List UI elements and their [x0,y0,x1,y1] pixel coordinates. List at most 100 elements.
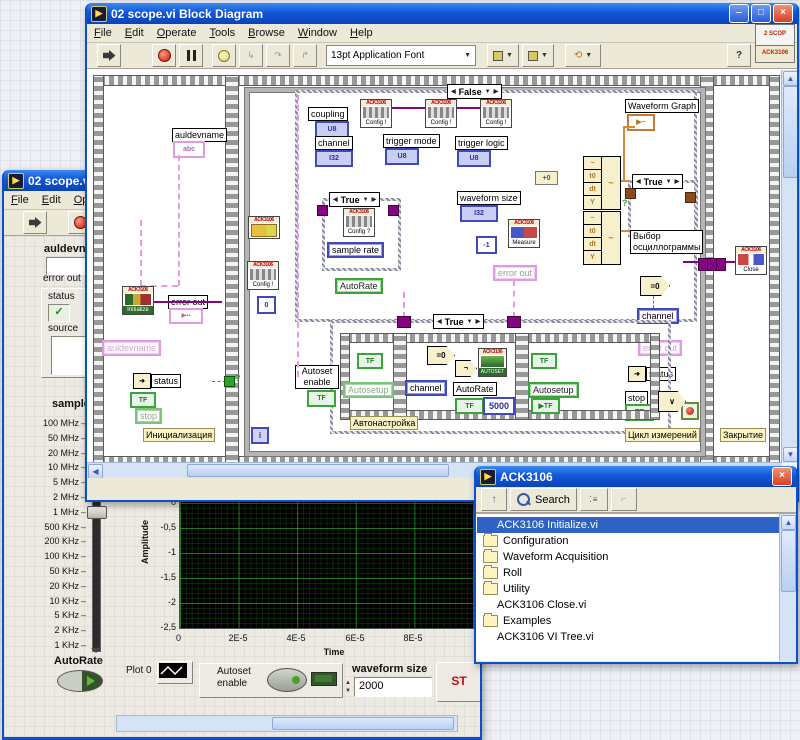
channel-control[interactable]: channel [405,380,447,396]
ack3106-config-vi[interactable]: ACK3106 Config ! [360,99,392,128]
autorate-toggle[interactable] [57,670,103,692]
autorate-tf-terminal[interactable]: TF [455,398,484,414]
waveform-size-spinner[interactable]: ▲▼ [345,679,353,695]
trigger-logic-terminal[interactable]: U8 [457,150,491,167]
abort-button[interactable] [152,44,176,67]
menu-window[interactable]: Window [298,27,337,39]
step-over-button[interactable]: ↷ [266,44,290,67]
distribute-objects-button[interactable]: ▼ [522,44,554,67]
case-selector[interactable]: True [329,192,380,207]
case-selector[interactable]: True [433,314,484,329]
tf-constant[interactable]: TF [357,353,383,369]
case-next-icon[interactable] [476,319,481,325]
palette-item[interactable]: ACK3106 VI Tree.vi [477,629,779,645]
menu-tools[interactable]: Tools [209,27,235,39]
palette-scroll-thumb[interactable] [781,530,796,592]
waveform-graph-terminal[interactable]: ▶~ [627,114,655,131]
ack3106-config-vi[interactable]: ACK3106 Config ! [425,99,457,128]
scroll-left-button[interactable]: ◀ [88,464,103,478]
case-prev-icon[interactable] [636,179,641,185]
auldevname-control[interactable]: auldevname [102,340,161,356]
autosetup-indicator[interactable]: Autosetup [528,382,579,398]
palette-item[interactable]: Examples [477,613,779,629]
loop-iteration-terminal[interactable]: i [251,427,269,444]
minus-one-constant[interactable]: -1 [476,236,497,254]
error-out-local[interactable]: error out [493,265,537,281]
ack3106-initialize-vi[interactable]: ACK3106 Initialize [122,286,154,315]
autorate-control[interactable]: AutoRate [335,278,383,294]
close-button[interactable]: × [772,467,792,486]
case-dropdown-icon[interactable] [485,89,491,95]
zero-constant[interactable]: 0 [257,296,276,314]
n5000-constant[interactable]: 5000 [483,397,515,415]
menu-browse[interactable]: Browse [248,27,285,39]
menu-edit[interactable]: Edit [42,194,61,206]
ack3106-config-vi[interactable]: ACK3106 Config ! [247,261,279,290]
palette-item[interactable]: ACK3106 Initialize.vi [477,517,779,533]
bd-hscroll-thumb[interactable] [187,464,449,477]
scroll-up-button[interactable]: ▲ [781,515,796,530]
conversion-node[interactable]: +0 [535,171,558,185]
ack3106-autoset-vi[interactable]: ACK3106 AUTOSET [478,348,507,377]
fp-horizontal-scrollbar[interactable] [116,715,458,732]
reorder-button[interactable]: ⟲▼ [565,44,601,67]
case-selector[interactable]: False [447,84,502,99]
close-button[interactable]: × [773,4,793,23]
case-next-icon[interactable] [372,197,377,203]
palette-item[interactable]: ACK3106 Close.vi [477,597,779,613]
font-selector[interactable]: 13pt Application Font ▼ [326,45,476,66]
tf-constant[interactable]: TF [531,353,557,369]
up-level-button[interactable]: ↑ [481,488,507,511]
error-out-terminal[interactable]: ▶▪▪ [169,308,203,324]
channel-terminal[interactable]: I32 [315,150,353,167]
plot-legend-sample[interactable] [157,661,193,684]
case-dropdown-icon[interactable] [363,197,369,203]
stop-button[interactable]: ST [436,662,480,702]
waveform-graph-plot[interactable] [179,493,474,629]
case-prev-icon[interactable] [333,197,338,203]
trigger-mode-terminal[interactable]: U8 [385,148,419,165]
align-objects-button[interactable]: ▼ [487,44,519,67]
view-options-button[interactable]: ⁚≡ [580,488,608,511]
ack3106-close-vi[interactable]: ACK3106 Close [735,246,767,275]
help-button[interactable]: ? [727,44,751,67]
run-button[interactable] [97,44,121,67]
scroll-up-button[interactable]: ▲ [783,71,797,86]
palette-item[interactable]: Roll [477,565,779,581]
case-dropdown-icon[interactable] [666,179,672,185]
ack3106-config-query-vi[interactable]: ACK3106 Config ? [343,208,375,237]
build-waveform-node[interactable]: ~ t0 dt Y ~ [583,156,621,210]
scroll-down-button[interactable]: ▼ [783,447,797,462]
status-check-indicator[interactable]: ✓ [48,304,70,322]
palette-item[interactable]: Waveform Acquisition [477,549,779,565]
slider-handle[interactable] [87,506,107,519]
palette-item[interactable]: Configuration [477,533,779,549]
autoset-enable-terminal[interactable]: TF [307,390,336,407]
vi-icon-badge[interactable]: 2 SCOP ACK3106 [755,24,795,66]
step-into-button[interactable]: ↳ [239,44,263,67]
waveform-size-terminal[interactable]: I32 [460,205,498,222]
maximize-button[interactable]: □ [751,4,771,23]
search-button[interactable]: Search [510,488,577,511]
menu-edit[interactable]: Edit [125,27,144,39]
bd-vscroll-thumb[interactable] [783,86,797,178]
autosetup-tf-terminal[interactable]: ▶TF [531,398,560,414]
autosetup-local[interactable]: Autosetup [343,382,394,398]
pin-button[interactable]: ⌐ [611,488,637,511]
menu-help[interactable]: Help [350,27,373,39]
waveform-size-field[interactable]: 2000 [354,677,432,697]
highlight-execution-button[interactable] [212,44,236,67]
autoset-enable-toggle[interactable] [267,668,307,692]
ack3106-measure-vi[interactable]: ACK3106 Measure [508,219,540,248]
case-prev-icon[interactable] [437,319,442,325]
build-waveform-node[interactable]: ~ t0 dt Y ~ [583,211,621,265]
case-next-icon[interactable] [494,89,499,95]
fp-hscroll-thumb[interactable] [272,717,454,730]
minimize-button[interactable]: – [729,4,749,23]
ack3106-config-vi[interactable]: ACK3106 Config ! [480,99,512,128]
tf-constant[interactable]: TF [130,392,156,408]
palette-scrollbar[interactable]: ▲ [779,514,796,661]
ack3106-folder-vi[interactable]: ACK3106 [248,216,280,239]
loop-condition-terminal[interactable] [681,402,699,420]
menu-file[interactable]: File [11,194,29,206]
